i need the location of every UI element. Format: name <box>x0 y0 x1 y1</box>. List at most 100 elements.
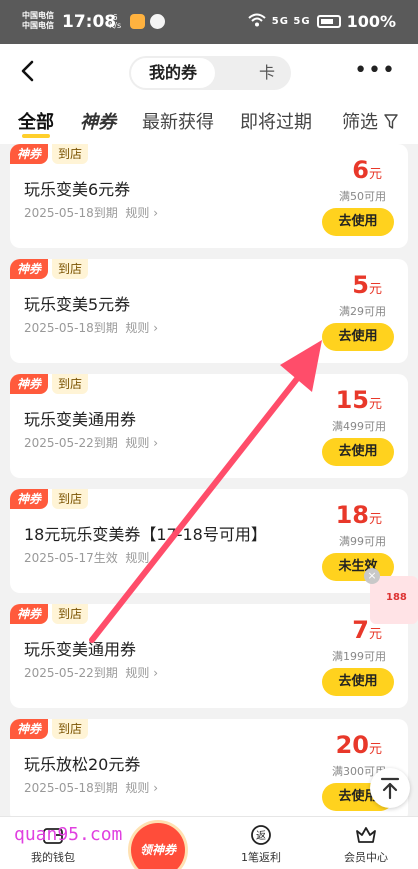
amount-value: 18 <box>335 501 369 529</box>
amount-unit: 元 <box>368 167 382 182</box>
coupon-date: 2025-05-17生效 <box>24 551 118 565</box>
coupon-amount: 6元 <box>352 156 382 184</box>
coupon-condition: 满50可用 <box>339 190 386 203</box>
coupon-rule-link[interactable]: 规则 › <box>125 666 158 680</box>
coupon-date: 2025-05-18到期 <box>24 781 118 795</box>
nav-member-label: 会员中心 <box>344 851 388 864</box>
coupon-title: 玩乐变美通用券 <box>24 640 137 659</box>
tab-expiring[interactable]: 即将过期 <box>240 108 312 134</box>
shen-badge: 神券 <box>10 489 48 509</box>
carrier-1: 中国电信 <box>22 11 54 20</box>
amount-unit: 元 <box>368 742 382 757</box>
store-badge: 到店 <box>52 719 89 739</box>
use-coupon-button[interactable]: 去使用 <box>322 208 394 236</box>
funnel-icon[interactable] <box>384 114 398 130</box>
nav-member-center[interactable]: 会员中心 <box>326 823 406 865</box>
battery-level: 100% <box>346 12 396 31</box>
shen-badge: 神券 <box>10 604 48 624</box>
coupon-title: 玩乐变美通用券 <box>24 410 137 429</box>
active-tab-indicator <box>22 134 50 138</box>
coupon-meta: 2025-05-18到期 规则 › <box>24 204 158 221</box>
more-options-icon[interactable]: ••• <box>354 60 396 82</box>
top-header: 我的券 卡 ••• <box>0 44 418 100</box>
coupon-meta: 2025-05-17生效 规则 › <box>24 549 158 566</box>
coupon-meta: 2025-05-22到期 规则 › <box>24 664 158 681</box>
coupon-date: 2025-05-18到期 <box>24 206 118 220</box>
coupon-title: 玩乐放松20元券 <box>24 755 141 774</box>
notification-app-icon <box>130 14 145 29</box>
coupon-rule-link[interactable]: 规则 › <box>125 206 158 220</box>
rebate-icon: 返 <box>251 825 271 845</box>
filter-button[interactable]: 筛选 <box>342 108 378 134</box>
coupon-card[interactable]: 神券 到店 玩乐变美6元券 2025-05-18到期 规则 › 6元 满50可用… <box>10 144 408 248</box>
coupon-amount: 18元 <box>336 501 382 529</box>
coupon-meta: 2025-05-18到期 规则 › <box>24 779 158 796</box>
coupon-card[interactable]: 神券 到店 玩乐变美通用券 2025-05-22到期 规则 › 15元 满499… <box>10 374 408 478</box>
watermark: quan95.com <box>14 824 123 845</box>
tab-shen-coupons[interactable]: 神券 <box>80 108 116 134</box>
use-coupon-button[interactable]: 去使用 <box>322 668 394 696</box>
segment-my-coupons[interactable]: 我的券 <box>131 58 215 88</box>
coupon-rule-link[interactable]: 规则 › <box>125 321 158 335</box>
shen-badge: 神券 <box>10 374 48 394</box>
coupon-condition: 满29可用 <box>339 305 386 318</box>
shen-badge: 神券 <box>10 259 48 279</box>
amount-unit: 元 <box>368 512 382 527</box>
amount-value: 15 <box>335 386 369 414</box>
coupon-date: 2025-05-18到期 <box>24 321 118 335</box>
close-icon[interactable]: × <box>364 568 380 584</box>
segment-cards[interactable]: 卡 <box>237 56 297 90</box>
svg-text:返: 返 <box>256 830 266 842</box>
wifi-icon <box>248 12 266 31</box>
weibo-icon <box>150 14 165 29</box>
amount-value: 6 <box>352 156 369 184</box>
amount-unit: 元 <box>368 282 382 297</box>
store-badge: 到店 <box>52 374 89 394</box>
coupon-title: 玩乐变美6元券 <box>24 180 131 199</box>
status-right: 5G 5G 100% <box>248 12 396 31</box>
back-arrow-icon[interactable] <box>16 58 42 84</box>
coupon-amount: 15元 <box>336 386 382 414</box>
shen-badge: 神券 <box>10 144 48 164</box>
floating-promo-number: 188 <box>386 592 407 603</box>
amount-value: 7 <box>352 616 369 644</box>
coupon-meta: 2025-05-18到期 规则 › <box>24 319 158 336</box>
nav-rebate-label: 1笔返利 <box>241 851 281 864</box>
get-coupons-button[interactable]: 领神券 <box>131 823 185 869</box>
scroll-top-button[interactable] <box>370 768 410 808</box>
coupon-condition: 满199可用 <box>332 650 386 663</box>
coupon-amount: 5元 <box>352 271 382 299</box>
store-badge: 到店 <box>52 489 89 509</box>
store-badge: 到店 <box>52 259 89 279</box>
carrier-2: 中国电信 <box>22 21 54 30</box>
nav-rebate[interactable]: 返 1笔返利 <box>221 823 301 865</box>
coupon-card[interactable]: 神券 到店 玩乐变美通用券 2025-05-22到期 规则 › 7元 满199可… <box>10 604 408 708</box>
coupon-title: 18元玩乐变美券【17-18号可用】 <box>24 525 267 544</box>
coupon-title: 玩乐变美5元券 <box>24 295 131 314</box>
coupon-card[interactable]: 神券 到店 玩乐变美5元券 2025-05-18到期 规则 › 5元 满29可用… <box>10 259 408 363</box>
tab-newest[interactable]: 最新获得 <box>142 108 214 134</box>
coupon-date: 2025-05-22到期 <box>24 666 118 680</box>
speed-unit: K/s <box>109 21 122 30</box>
coupon-rule-link[interactable]: 规则 › <box>125 551 158 565</box>
coupon-rule-link[interactable]: 规则 › <box>125 436 158 450</box>
use-coupon-button[interactable]: 去使用 <box>322 438 394 466</box>
coupon-card[interactable]: 神券 到店 18元玩乐变美券【17-18号可用】 2025-05-17生效 规则… <box>10 489 408 593</box>
coupon-card[interactable]: 神券 到店 玩乐放松20元券 2025-05-18到期 规则 › 20元 满30… <box>10 719 408 823</box>
segment-control: 我的券 卡 <box>129 56 291 90</box>
nav-wallet-label: 我的钱包 <box>31 851 75 864</box>
crown-icon <box>356 827 376 843</box>
store-badge: 到店 <box>52 604 89 624</box>
arrow-up-icon <box>380 777 400 800</box>
status-bar: 中国电信 中国电信 17:08 6 K/s 5G 5G 100% <box>0 0 418 44</box>
coupon-amount: 20元 <box>336 731 382 759</box>
tab-all[interactable]: 全部 <box>18 108 54 134</box>
network-speed: 6 K/s <box>109 14 121 30</box>
store-badge: 到店 <box>52 144 89 164</box>
shen-badge: 神券 <box>10 719 48 739</box>
coupon-condition: 满99可用 <box>339 535 386 548</box>
coupon-rule-link[interactable]: 规则 › <box>125 781 158 795</box>
filter-tabs: 全部 神券 最新获得 即将过期 筛选 <box>0 100 418 144</box>
use-coupon-button[interactable]: 去使用 <box>322 323 394 351</box>
clock: 17:08 <box>62 12 117 32</box>
